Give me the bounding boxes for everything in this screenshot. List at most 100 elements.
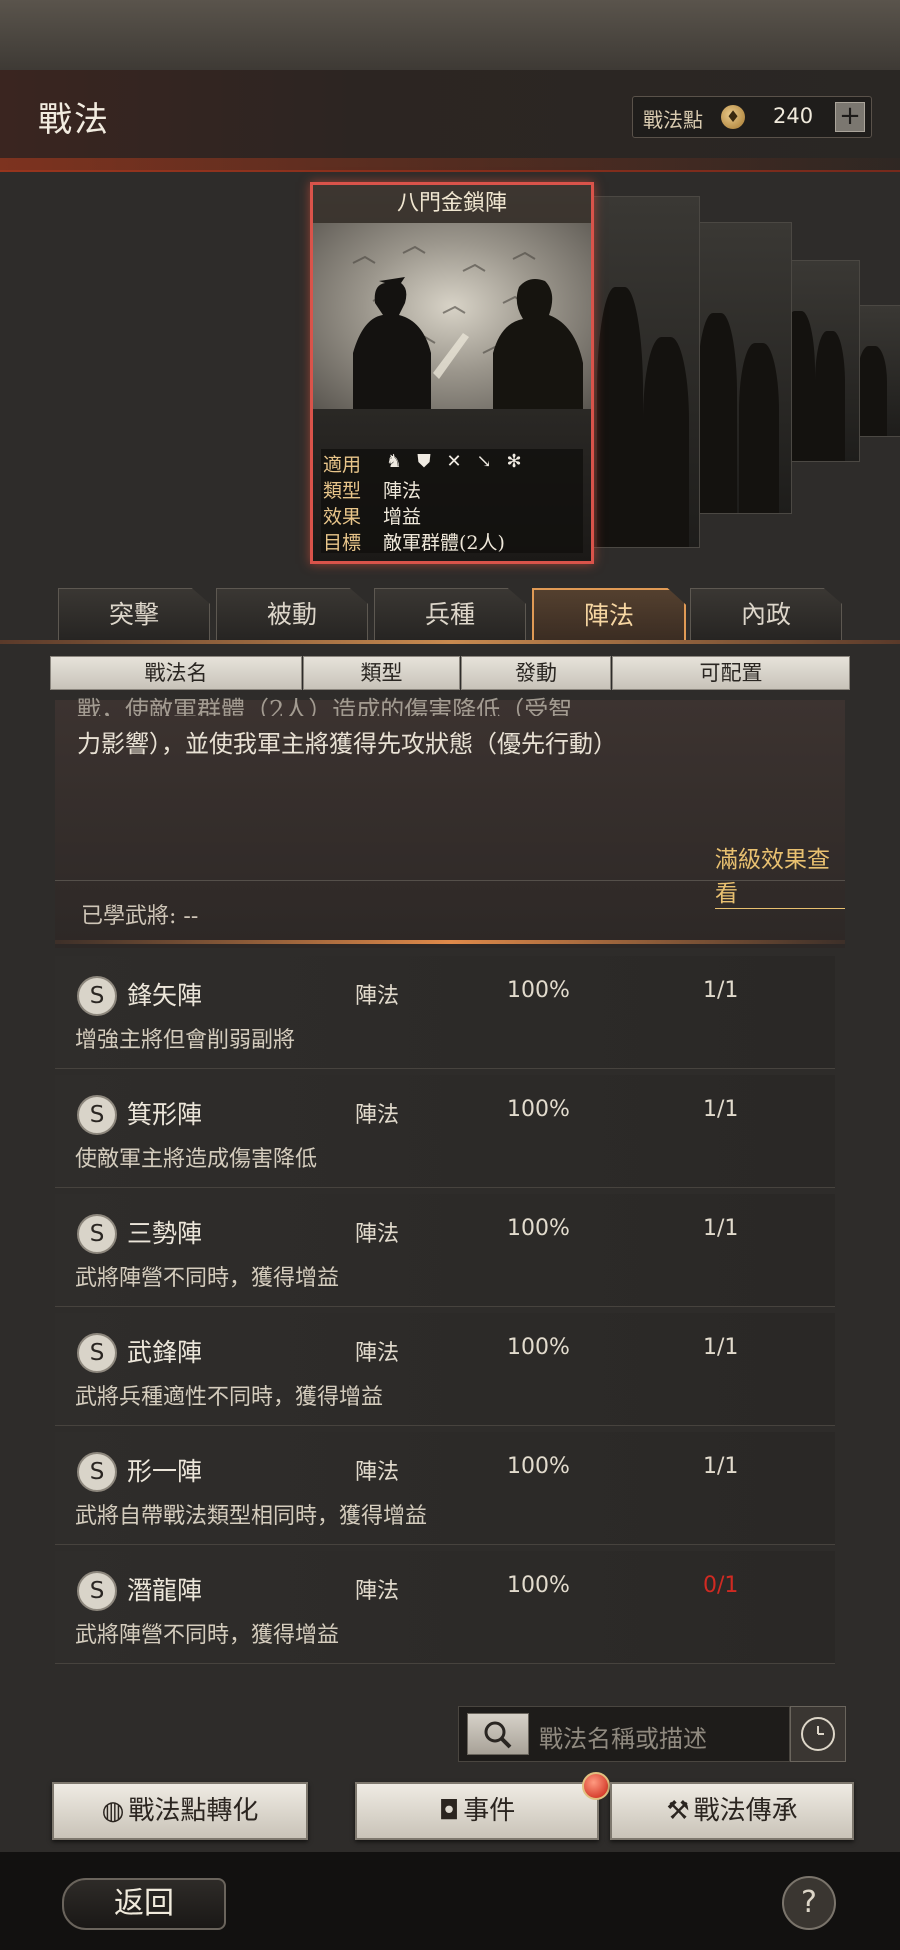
tactic-points-label: 戰法點 [643,108,703,132]
tabs-divider [0,640,900,644]
tactic-trigger-rate: 100% [507,1573,570,1598]
card-row-effect: 效果 增益 [321,501,583,528]
tactic-assign-count: 1/1 [703,978,739,1003]
tactic-card-preview-2[interactable] [690,222,792,514]
sort-by-assignable[interactable]: 可配置 [612,656,850,690]
tactic-row[interactable]: S 武鋒陣 陣法 100% 1/1 武將兵種適性不同時，獲得增益 [55,1313,835,1426]
description-text: 力影響），並使我軍主將獲得先攻狀態（優先行動） [77,730,617,758]
tactic-type: 陣法 [355,1460,400,1485]
tactic-type: 陣法 [355,1579,400,1604]
tab-troop[interactable]: 兵種 [374,588,526,641]
card-value-effect: 增益 [383,506,422,528]
tactic-trigger-rate: 100% [507,978,570,1003]
rank-s-badge: S [77,1333,117,1373]
rank-s-badge: S [77,976,117,1016]
card-title: 八門金鎖陣 [313,185,591,223]
tactic-short-desc: 武將陣營不同時，獲得增益 [75,1266,340,1291]
card-info-panel: 適用 ♞ ⛊ ✕ ↘ ✻ 類型 陣法 效果 增益 目標 敵軍群體(2人) [321,449,583,554]
sort-by-type[interactable]: 類型 [303,656,460,690]
tactic-assign-count: 1/1 [703,1454,739,1479]
tactic-assign-count: 0/1 [703,1573,739,1598]
tactic-description-panel: 戰，使敵軍群體（2人）造成的傷害降低（受智 力影響），並使我軍主將獲得先攻狀態（… [55,696,845,948]
tactic-name: 鋒矢陣 [127,981,203,1010]
tab-assault[interactable]: 突擊 [58,588,210,641]
description-divider [55,880,845,881]
search-bar[interactable]: 戰法名稱或描述 [458,1706,790,1762]
card-row-target: 目標 敵軍群體(2人) [321,527,583,554]
tactic-short-desc: 武將兵種適性不同時，獲得增益 [75,1385,384,1410]
card-key-type: 類型 [323,480,362,502]
tab-passive[interactable]: 被動 [216,588,368,641]
tactic-name: 形一陣 [127,1457,203,1486]
wheel-icon: ✻ [506,451,522,472]
unit-type-icons: ♞ ⛊ ✕ ↘ ✻ [383,450,533,473]
help-button[interactable]: ? [782,1876,836,1930]
inherit-tactic-button[interactable]: ⚒ 戰法傳承 [610,1782,854,1840]
footer-bar: 返回 ? [0,1852,900,1950]
alert-box-icon: ◘ [438,1796,460,1826]
tactic-row[interactable]: S 鋒矢陣 陣法 100% 1/1 增強主將但會削弱副將 [55,956,835,1069]
tab-internal[interactable]: 內政 [690,588,842,641]
tactic-short-desc: 增強主將但會削弱副將 [75,1028,296,1053]
tactic-row[interactable]: S 形一陣 陣法 100% 1/1 武將自帶戰法類型相同時，獲得增益 [55,1432,835,1545]
full-level-effect-link[interactable]: 滿級效果查看 [715,840,845,909]
page-title: 戰法 [38,100,110,140]
card-row-type: 類型 陣法 [321,475,583,502]
tactic-type: 陣法 [355,984,400,1009]
flame-icon: ◍ [101,1796,125,1826]
back-button[interactable]: 返回 [62,1878,226,1930]
description-glow-line [55,940,845,944]
card-key-applicable: 適用 [323,454,362,476]
shield-icon: ⛊ [417,451,431,472]
tactic-assign-count: 1/1 [703,1335,739,1360]
rank-s-badge: S [77,1214,117,1254]
card-key-effect: 效果 [323,506,362,528]
top-banner [0,0,900,70]
tactic-points-value: 240 [773,104,814,128]
tactic-row[interactable]: S 潛龍陣 陣法 100% 0/1 武將陣營不同時，獲得增益 [55,1551,835,1664]
history-button[interactable] [790,1706,846,1762]
tactic-type: 陣法 [355,1341,400,1366]
card-key-target: 目標 [323,532,362,554]
tactic-trigger-rate: 100% [507,1216,570,1241]
tactic-short-desc: 使敵軍主將造成傷害降低 [75,1147,318,1172]
rank-s-badge: S [77,1095,117,1135]
tactic-type: 陣法 [355,1103,400,1128]
sort-by-trigger[interactable]: 發動 [461,656,611,690]
card-row-applicable: 適用 ♞ ⛊ ✕ ↘ ✻ [321,449,583,476]
card-value-target: 敵軍群體(2人) [383,532,505,554]
tactic-card-preview-1[interactable] [586,196,700,548]
tactic-short-desc: 武將陣營不同時，獲得增益 [75,1623,340,1648]
selected-tactic-card[interactable]: 八門金鎖陣 適用 ♞ ⛊ ✕ ↘ ✻ 類型 陣法 效果 增益 目標 敵軍群體(2… [310,182,594,564]
hammer-icon: ⚒ [666,1796,690,1826]
tactic-trigger-rate: 100% [507,1097,570,1122]
inherit-tactic-label: 戰法傳承 [693,1796,798,1826]
event-button[interactable]: ◘ 事件 [355,1782,599,1840]
tactic-point-coin-icon: ♦ [721,105,745,129]
convert-points-button[interactable]: ◍ 戰法點轉化 [52,1782,308,1840]
header-glow-divider [0,158,900,172]
search-input[interactable]: 戰法名稱或描述 [539,1719,707,1754]
clock-icon [801,1717,835,1751]
tactic-name: 武鋒陣 [127,1338,203,1367]
card-value-type: 陣法 [383,480,422,502]
sort-by-name[interactable]: 戰法名 [50,656,302,690]
tactic-trigger-rate: 100% [507,1335,570,1360]
search-icon [484,1721,512,1749]
bow-icon: ✕ [446,451,462,472]
tactic-row[interactable]: S 箕形陣 陣法 100% 1/1 使敵軍主將造成傷害降低 [55,1075,835,1188]
convert-points-label: 戰法點轉化 [128,1796,259,1826]
notification-dot [582,1772,610,1800]
tactic-type: 陣法 [355,1222,400,1247]
add-points-button[interactable]: + [835,102,865,132]
tactic-row[interactable]: S 三勢陣 陣法 100% 1/1 武將陣營不同時，獲得增益 [55,1194,835,1307]
rank-s-badge: S [77,1571,117,1611]
event-label: 事件 [463,1796,516,1826]
cavalry-icon: ♞ [385,451,403,472]
tab-formation[interactable]: 陣法 [532,588,686,644]
tactic-trigger-rate: 100% [507,1454,570,1479]
tactic-short-desc: 武將自帶戰法類型相同時，獲得增益 [75,1504,428,1529]
tactic-name: 箕形陣 [127,1100,203,1129]
rank-s-badge: S [77,1452,117,1492]
search-button[interactable] [467,1713,529,1755]
